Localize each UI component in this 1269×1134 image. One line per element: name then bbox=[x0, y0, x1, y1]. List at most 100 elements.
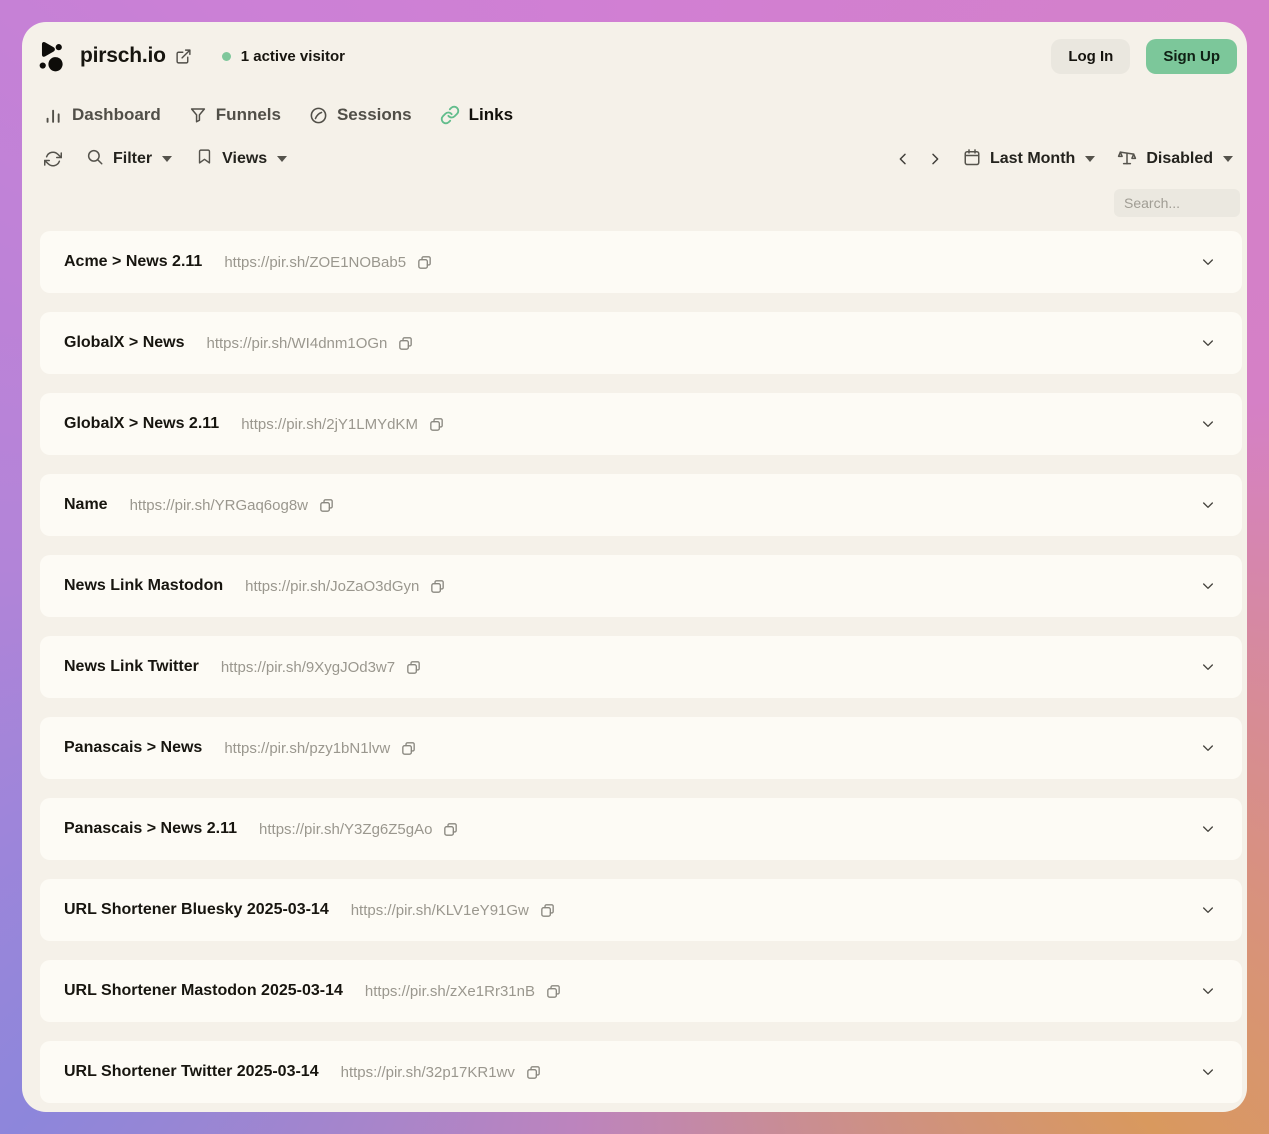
next-period-button[interactable] bbox=[927, 151, 943, 167]
chevron-left-icon bbox=[895, 151, 911, 167]
chevron-down-icon[interactable] bbox=[1200, 821, 1216, 837]
search-icon bbox=[86, 148, 104, 171]
caret-down-icon bbox=[162, 156, 172, 162]
compass-icon bbox=[309, 106, 328, 125]
search-row bbox=[22, 189, 1240, 217]
login-button[interactable]: Log In bbox=[1051, 39, 1130, 74]
copy-icon[interactable] bbox=[545, 983, 562, 1000]
link-url: https://pir.sh/2jY1LMYdKM bbox=[241, 416, 418, 433]
link-row[interactable]: Acme > News 2.11 https://pir.sh/ZOE1NOBa… bbox=[40, 231, 1242, 293]
views-label: Views bbox=[222, 150, 267, 168]
link-name: Name bbox=[64, 496, 108, 514]
link-url: https://pir.sh/zXe1Rr31nB bbox=[365, 983, 535, 1000]
active-visitors-label: 1 active visitor bbox=[241, 48, 345, 65]
tab-label: Links bbox=[469, 105, 513, 125]
active-visitors: 1 active visitor bbox=[222, 48, 345, 65]
caret-down-icon bbox=[277, 156, 287, 162]
toolbar: Filter Views bbox=[44, 146, 1233, 172]
link-name: Acme > News 2.11 bbox=[64, 253, 202, 271]
link-name: Panascais > News 2.11 bbox=[64, 820, 237, 838]
link-url: https://pir.sh/JoZaO3dGyn bbox=[245, 578, 419, 595]
link-name: GlobalX > News 2.11 bbox=[64, 415, 219, 433]
link-url: https://pir.sh/pzy1bN1lvw bbox=[224, 740, 390, 757]
link-name: News Link Twitter bbox=[64, 658, 199, 676]
status-filter-label: Disabled bbox=[1146, 150, 1213, 168]
link-row[interactable]: Panascais > News 2.11 https://pir.sh/Y3Z… bbox=[40, 798, 1242, 860]
chevron-down-icon[interactable] bbox=[1200, 416, 1216, 432]
link-name: URL Shortener Mastodon 2025-03-14 bbox=[64, 982, 343, 1000]
search-input[interactable] bbox=[1114, 189, 1240, 217]
link-url: https://pir.sh/Y3Zg6Z5gAo bbox=[259, 821, 432, 838]
chevron-down-icon[interactable] bbox=[1200, 335, 1216, 351]
tab-links[interactable]: Links bbox=[440, 105, 513, 125]
caret-down-icon bbox=[1085, 156, 1095, 162]
link-name: URL Shortener Twitter 2025-03-14 bbox=[64, 1063, 319, 1081]
refresh-icon bbox=[44, 150, 62, 168]
pirsch-logo-icon bbox=[38, 41, 64, 72]
active-visitor-dot bbox=[222, 52, 231, 61]
link-row[interactable]: News Link Mastodon https://pir.sh/JoZaO3… bbox=[40, 555, 1242, 617]
views-dropdown[interactable]: Views bbox=[196, 148, 287, 170]
filter-label: Filter bbox=[113, 150, 152, 168]
app-panel: pirsch.io 1 active visitor Log In Sign U… bbox=[22, 22, 1247, 1112]
link-row[interactable]: GlobalX > News https://pir.sh/WI4dnm1OGn bbox=[40, 312, 1242, 374]
link-row[interactable]: News Link Twitter https://pir.sh/9XygJOd… bbox=[40, 636, 1242, 698]
link-row[interactable]: Panascais > News https://pir.sh/pzy1bN1l… bbox=[40, 717, 1242, 779]
copy-icon[interactable] bbox=[405, 659, 422, 676]
chevron-down-icon[interactable] bbox=[1200, 902, 1216, 918]
link-icon bbox=[440, 105, 460, 125]
bar-chart-icon bbox=[44, 106, 63, 125]
tab-label: Dashboard bbox=[72, 105, 161, 125]
link-row[interactable]: URL Shortener Mastodon 2025-03-14 https:… bbox=[40, 960, 1242, 1022]
signup-button[interactable]: Sign Up bbox=[1146, 39, 1237, 74]
copy-icon[interactable] bbox=[442, 821, 459, 838]
chevron-down-icon[interactable] bbox=[1200, 254, 1216, 270]
date-range-dropdown[interactable]: Last Month bbox=[963, 148, 1095, 171]
copy-icon[interactable] bbox=[318, 497, 335, 514]
chevron-down-icon[interactable] bbox=[1200, 497, 1216, 513]
main-nav: Dashboard Funnels Sessions bbox=[44, 102, 1247, 128]
tab-funnels[interactable]: Funnels bbox=[189, 105, 281, 125]
tab-sessions[interactable]: Sessions bbox=[309, 105, 412, 125]
link-url: https://pir.sh/32p17KR1wv bbox=[341, 1064, 515, 1081]
bookmark-icon bbox=[196, 148, 213, 170]
chevron-down-icon[interactable] bbox=[1200, 983, 1216, 999]
link-name: News Link Mastodon bbox=[64, 577, 223, 595]
chevron-down-icon[interactable] bbox=[1200, 740, 1216, 756]
page-background: pirsch.io 1 active visitor Log In Sign U… bbox=[0, 0, 1269, 1134]
link-row[interactable]: Name https://pir.sh/YRGaq6og8w bbox=[40, 474, 1242, 536]
funnel-icon bbox=[189, 106, 207, 124]
copy-icon[interactable] bbox=[397, 335, 414, 352]
link-url: https://pir.sh/ZOE1NOBab5 bbox=[224, 254, 406, 271]
prev-period-button[interactable] bbox=[895, 151, 911, 167]
copy-icon[interactable] bbox=[429, 578, 446, 595]
link-url: https://pir.sh/WI4dnm1OGn bbox=[206, 335, 387, 352]
link-name: GlobalX > News bbox=[64, 334, 184, 352]
caret-down-icon bbox=[1223, 156, 1233, 162]
tab-label: Funnels bbox=[216, 105, 281, 125]
copy-icon[interactable] bbox=[416, 254, 433, 271]
refresh-button[interactable] bbox=[44, 150, 62, 168]
copy-icon[interactable] bbox=[428, 416, 445, 433]
chevron-down-icon[interactable] bbox=[1200, 578, 1216, 594]
chevron-down-icon[interactable] bbox=[1200, 1064, 1216, 1080]
copy-icon[interactable] bbox=[400, 740, 417, 757]
link-row[interactable]: URL Shortener Bluesky 2025-03-14 https:/… bbox=[40, 879, 1242, 941]
chevron-down-icon[interactable] bbox=[1200, 659, 1216, 675]
copy-icon[interactable] bbox=[525, 1064, 542, 1081]
filter-dropdown[interactable]: Filter bbox=[86, 148, 172, 171]
external-link-icon[interactable] bbox=[175, 48, 192, 65]
tab-dashboard[interactable]: Dashboard bbox=[44, 105, 161, 125]
scale-icon bbox=[1117, 147, 1137, 172]
copy-icon[interactable] bbox=[539, 902, 556, 919]
link-row[interactable]: URL Shortener Twitter 2025-03-14 https:/… bbox=[40, 1041, 1242, 1103]
calendar-icon bbox=[963, 148, 981, 171]
tab-label: Sessions bbox=[337, 105, 412, 125]
link-url: https://pir.sh/9XygJOd3w7 bbox=[221, 659, 395, 676]
link-name: Panascais > News bbox=[64, 739, 202, 757]
status-filter-dropdown[interactable]: Disabled bbox=[1117, 147, 1233, 172]
link-url: https://pir.sh/YRGaq6og8w bbox=[130, 497, 308, 514]
site-title[interactable]: pirsch.io bbox=[80, 44, 166, 68]
topbar: pirsch.io 1 active visitor Log In Sign U… bbox=[36, 34, 1237, 78]
link-row[interactable]: GlobalX > News 2.11 https://pir.sh/2jY1L… bbox=[40, 393, 1242, 455]
